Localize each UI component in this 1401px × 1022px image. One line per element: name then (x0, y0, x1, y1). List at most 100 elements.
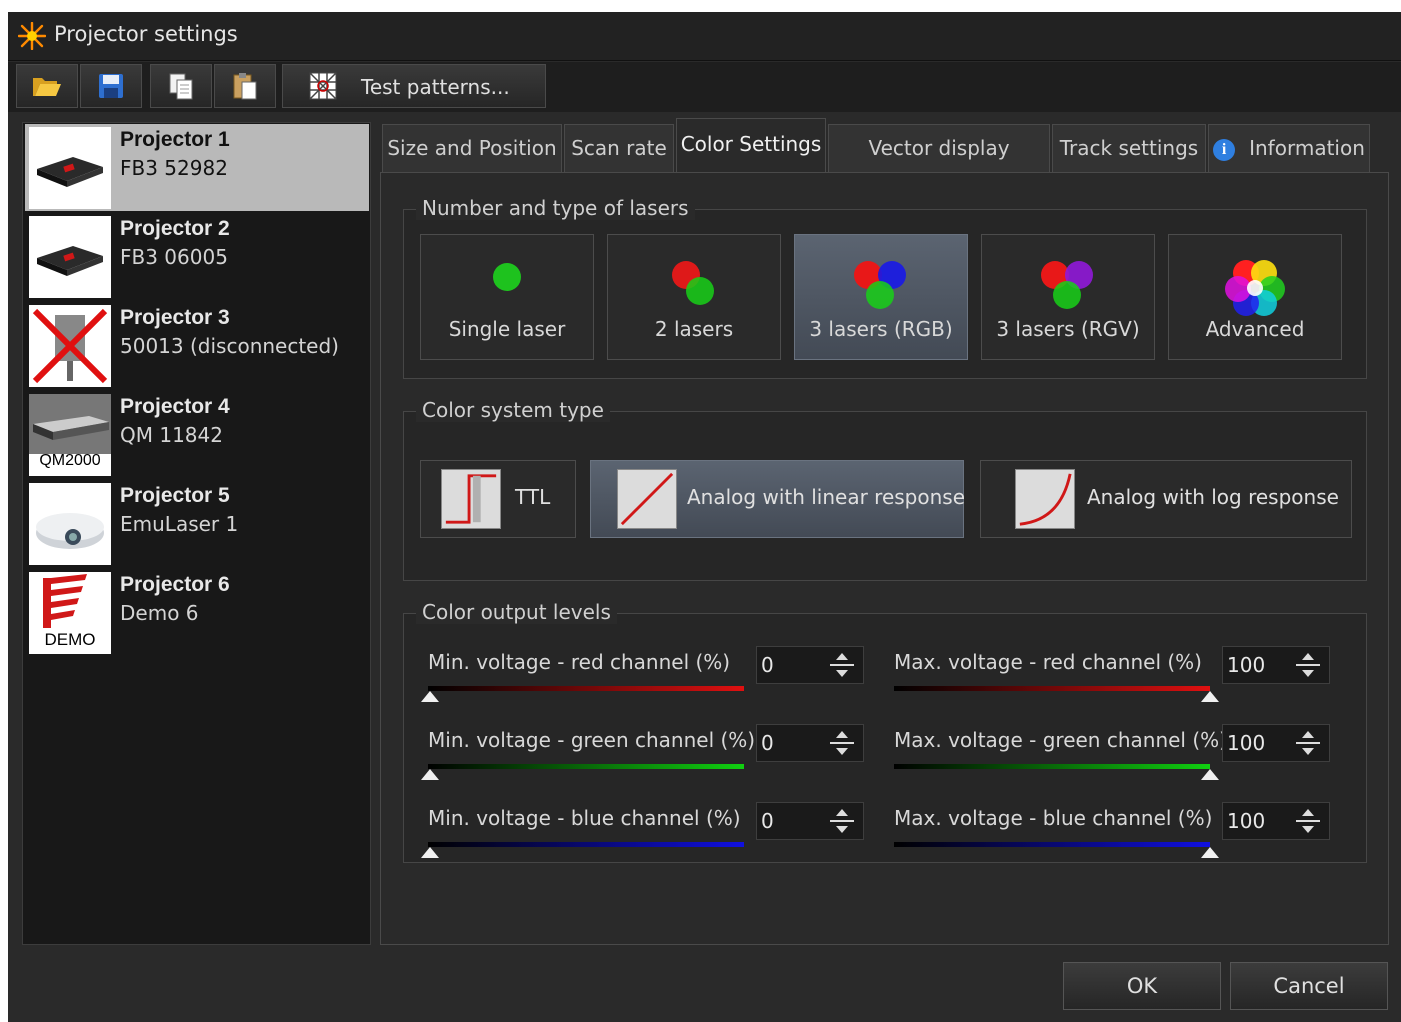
video-projector-icon (36, 513, 104, 549)
spin-arrows-icon[interactable] (1295, 807, 1321, 835)
analog-linear-button[interactable]: Analog with linear response (590, 460, 966, 538)
spin-arrows-icon[interactable] (1295, 651, 1321, 679)
save-button[interactable] (80, 64, 142, 108)
projector-item-5[interactable]: Projector 5 EmuLaser 1 (25, 480, 369, 567)
slider-track (894, 842, 1210, 847)
folder-open-icon (33, 78, 61, 96)
lasers-group: Number and type of lasers Single laser 2… (403, 196, 1367, 379)
toolbar: Test patterns... (8, 62, 1401, 112)
tab-label: Track settings (1059, 136, 1199, 160)
thumb-label: DEMO (44, 630, 96, 649)
tab-label: Size and Position (387, 136, 557, 160)
tab-color-settings[interactable]: Color Settings (676, 118, 826, 174)
laser-option-label: 3 lasers (RGV) (996, 317, 1140, 341)
disconnected-x-icon (32, 308, 108, 384)
slider-thumb[interactable] (1201, 691, 1219, 702)
advanced-lasers-button[interactable]: Advanced (1168, 234, 1342, 360)
laser-box-icon (37, 246, 103, 276)
tab-track-settings[interactable]: Track settings (1052, 124, 1206, 172)
slider-label: Min. voltage - green channel (%) (428, 728, 756, 752)
demo-logo-icon (43, 574, 87, 628)
test-patterns-label: Test patterns... (361, 75, 510, 99)
copy-button[interactable] (150, 64, 212, 108)
advanced-lasers-icon (1225, 260, 1285, 316)
projector-name: Projector 3 (120, 306, 230, 329)
color-system-label: Analog with linear response (687, 485, 966, 509)
slider-thumb[interactable] (421, 691, 439, 702)
group-title: Color system type (416, 398, 610, 422)
info-icon: i (1213, 138, 1236, 161)
analog-log-button[interactable]: Analog with log response (980, 460, 1352, 538)
min-blue-spinbox[interactable]: 0 (756, 802, 864, 840)
color-system-group: Color system type TTL Analog with linear… (403, 398, 1367, 581)
tab-size-and-position[interactable]: Size and Position (382, 124, 562, 172)
tab-scan-rate[interactable]: Scan rate (564, 124, 674, 172)
slider-track (428, 842, 744, 847)
min-red-slider[interactable]: Min. voltage - red channel (%) (421, 650, 748, 704)
two-lasers-button[interactable]: 2 lasers (607, 234, 781, 360)
group-title: Color output levels (416, 600, 617, 624)
color-system-label: Analog with log response (1087, 485, 1339, 509)
projector-settings-window: Projector settings Test patterns... Proj… (8, 12, 1401, 1022)
spin-value: 100 (1227, 809, 1266, 833)
max-red-slider[interactable]: Max. voltage - red channel (%) (894, 650, 1219, 704)
slider-label: Min. voltage - blue channel (%) (428, 806, 741, 830)
ttl-button[interactable]: TTL (420, 460, 576, 538)
min-red-spinbox[interactable]: 0 (756, 646, 864, 684)
slider-thumb[interactable] (421, 769, 439, 780)
rgb-lasers-icon (854, 261, 906, 309)
three-lasers-rgv-button[interactable]: 3 lasers (RGV) (981, 234, 1155, 360)
projector-item-3[interactable]: Projector 3 50013 (disconnected) (25, 302, 369, 389)
projector-serial: Demo 6 (120, 601, 199, 625)
projector-item-2[interactable]: Projector 2 FB3 06005 (25, 213, 369, 300)
projector-item-1[interactable]: Projector 1 FB3 52982 (25, 124, 369, 211)
slider-thumb[interactable] (421, 847, 439, 858)
spin-arrows-icon[interactable] (829, 651, 855, 679)
thumb-label: QM2000 (39, 452, 101, 469)
spin-arrows-icon[interactable] (1295, 729, 1321, 757)
three-lasers-rgb-button[interactable]: 3 lasers (RGB) (794, 234, 968, 360)
max-green-spinbox[interactable]: 100 (1222, 724, 1330, 762)
slider-thumb[interactable] (1201, 769, 1219, 780)
tab-vector-display-settings[interactable]: Vector display settings (828, 124, 1050, 206)
projector-list: Projector 1 FB3 52982 Projector 2 FB3 06… (22, 122, 371, 945)
spin-value: 0 (761, 653, 774, 677)
projector-thumbnail (29, 305, 111, 387)
max-red-spinbox[interactable]: 100 (1222, 646, 1330, 684)
tab-information[interactable]: i Information (1208, 124, 1370, 172)
projector-item-4[interactable]: QM2000 Projector 4 QM 11842 (25, 391, 369, 478)
window-title: Projector settings (54, 22, 238, 46)
min-green-spinbox[interactable]: 0 (756, 724, 864, 762)
slider-label: Max. voltage - red channel (%) (894, 650, 1202, 674)
tab-bar: Size and Position Scan rate Color Settin… (380, 118, 1389, 206)
laser-option-label: 2 lasers (654, 317, 734, 341)
ok-button[interactable]: OK (1063, 962, 1221, 1010)
slider-thumb[interactable] (1201, 847, 1219, 858)
laser-option-label: Advanced (1205, 317, 1305, 341)
projector-serial: 50013 (disconnected) (120, 334, 339, 358)
slider-label: Max. voltage - green channel (%) (894, 728, 1227, 752)
projector-item-6[interactable]: DEMO Projector 6 Demo 6 (25, 569, 369, 656)
paste-button[interactable] (214, 64, 276, 108)
max-blue-slider[interactable]: Max. voltage - blue channel (%) (894, 806, 1219, 860)
group-title: Number and type of lasers (416, 196, 695, 220)
slider-track (428, 686, 744, 691)
slider-label: Min. voltage - red channel (%) (428, 650, 731, 674)
ttl-step-icon (441, 469, 501, 529)
laser-option-label: 3 lasers (RGB) (809, 317, 953, 341)
cancel-button[interactable]: Cancel (1230, 962, 1388, 1010)
test-patterns-button[interactable]: Test patterns... (282, 64, 546, 108)
settings-content: Size and Position Scan rate Color Settin… (380, 118, 1389, 945)
projector-serial: EmuLaser 1 (120, 512, 239, 536)
single-laser-button[interactable]: Single laser (420, 234, 594, 360)
spin-arrows-icon[interactable] (829, 807, 855, 835)
spin-value: 100 (1227, 653, 1266, 677)
max-green-slider[interactable]: Max. voltage - green channel (%) (894, 728, 1227, 782)
color-system-label: TTL (515, 485, 551, 509)
min-blue-slider[interactable]: Min. voltage - blue channel (%) (421, 806, 748, 860)
max-blue-spinbox[interactable]: 100 (1222, 802, 1330, 840)
slider-label: Max. voltage - blue channel (%) (894, 806, 1213, 830)
min-green-slider[interactable]: Min. voltage - green channel (%) (421, 728, 755, 782)
spin-arrows-icon[interactable] (829, 729, 855, 757)
open-button[interactable] (16, 64, 78, 108)
